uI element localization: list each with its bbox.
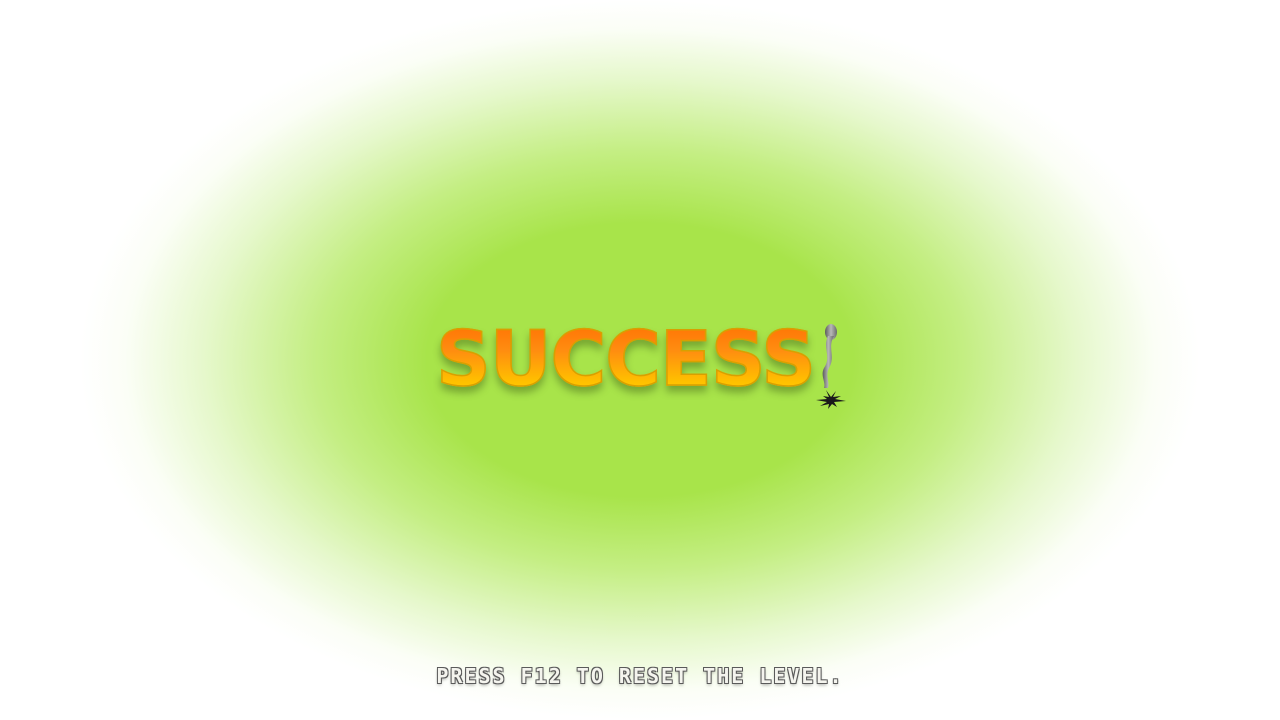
reset-hint-text: PRESS F12 TO RESET THE LEVEL. [436, 664, 844, 688]
exclamation-sprout-icon [816, 324, 846, 409]
success-title: SUCCESS [435, 313, 816, 404]
success-banner: SUCCESS [435, 312, 856, 412]
